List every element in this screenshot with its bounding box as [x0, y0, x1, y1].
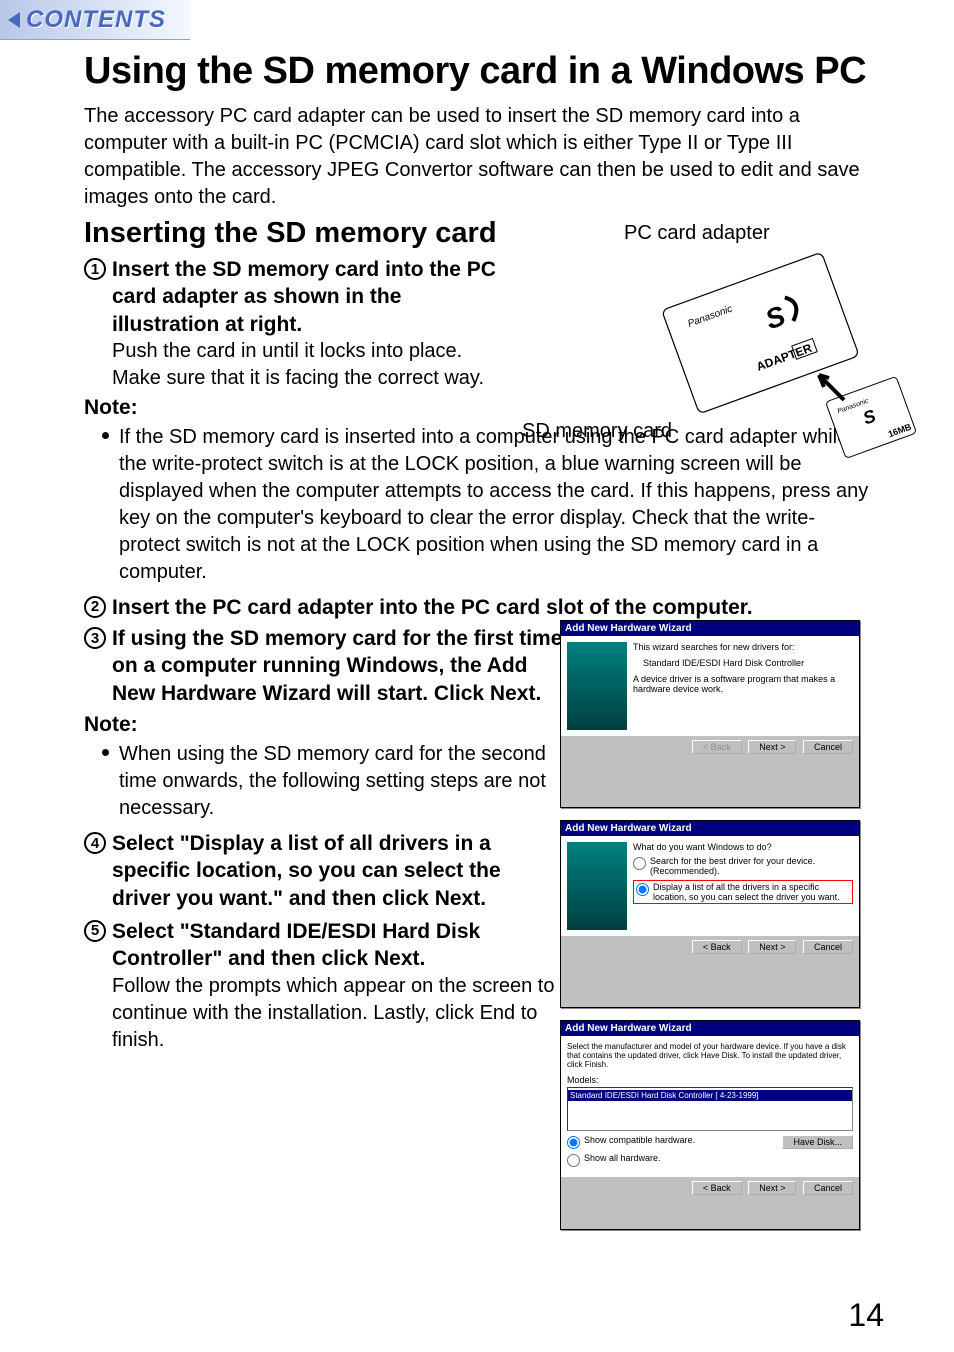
- page-number: 14: [848, 1297, 884, 1334]
- step-2-title: Insert the PC card adapter into the PC c…: [112, 594, 874, 621]
- step-5-number: 5: [84, 920, 106, 942]
- wiz2-next-button[interactable]: Next >: [748, 940, 796, 954]
- step-5-title: Select "Standard IDE/ESDI Hard Disk Cont…: [112, 918, 564, 973]
- wiz1-line1: This wizard searches for new drivers for…: [633, 642, 853, 652]
- wizard-side-graphic: [567, 842, 627, 930]
- wiz3-show-compat[interactable]: Show compatible hardware. Have Disk...: [567, 1135, 853, 1149]
- intro-paragraph: The accessory PC card adapter can be use…: [84, 103, 874, 211]
- wiz1-back-button: < Back: [692, 740, 742, 754]
- wiz3-cancel-button[interactable]: Cancel: [803, 1181, 853, 1195]
- wiz3-show-compat-label: Show compatible hardware.: [584, 1135, 695, 1145]
- note-2-text: When using the SD memory card for the se…: [119, 741, 564, 822]
- step-4-title: Select "Display a list of all drivers in…: [112, 830, 564, 912]
- wiz3-next-button[interactable]: Next >: [748, 1181, 796, 1195]
- wiz2-opt2-label: Display a list of all the drivers in a s…: [653, 882, 850, 902]
- step-5: 5 Select "Standard IDE/ESDI Hard Disk Co…: [84, 918, 564, 1054]
- page-title: Using the SD memory card in a Windows PC: [84, 50, 874, 93]
- step-1-text: Push the card in until it locks into pla…: [112, 338, 514, 392]
- step-2: 2 Insert the PC card adapter into the PC…: [84, 594, 874, 621]
- bullet-icon: [102, 432, 109, 439]
- wiz2-radio-2[interactable]: [636, 883, 649, 896]
- wiz1-device: Standard IDE/ESDI Hard Disk Controller: [643, 658, 853, 668]
- wiz3-models-label: Models:: [567, 1075, 853, 1085]
- step-4: 4 Select "Display a list of all drivers …: [84, 830, 564, 912]
- contents-label: CONTENTS: [26, 6, 166, 34]
- wiz3-model-list[interactable]: Standard IDE/ESDI Hard Disk Controller […: [567, 1087, 853, 1131]
- wiz3-model-selected[interactable]: Standard IDE/ESDI Hard Disk Controller […: [568, 1090, 852, 1101]
- wiz3-radio-compat[interactable]: [567, 1136, 580, 1149]
- step-2-number: 2: [84, 596, 106, 618]
- note-2-bullet: When using the SD memory card for the se…: [102, 741, 564, 822]
- step-5-text: Follow the prompts which appear on the s…: [112, 973, 564, 1054]
- wiz3-show-all-label: Show all hardware.: [584, 1153, 661, 1163]
- adapter-illustration: Panasonic S ADAPTER Panasonic S 16MB: [634, 250, 944, 480]
- step-3-number: 3: [84, 627, 106, 649]
- step-1-title: Insert the SD memory card into the PC ca…: [112, 256, 514, 338]
- step-1: 1 Insert the SD memory card into the PC …: [84, 256, 514, 392]
- wiz2-option-1[interactable]: Search for the best driver for your devi…: [633, 856, 853, 876]
- wiz3-intro: Select the manufacturer and model of you…: [567, 1042, 853, 1069]
- wizard-1-title: Add New Hardware Wizard: [561, 621, 859, 636]
- wizard-screenshot-3: Add New Hardware Wizard Select the manuf…: [560, 1020, 860, 1230]
- wiz2-radio-1[interactable]: [633, 857, 646, 870]
- wizard-screenshot-2: Add New Hardware Wizard What do you want…: [560, 820, 860, 1008]
- wiz2-opt1-label: Search for the best driver for your devi…: [650, 856, 853, 876]
- wizard-side-graphic: [567, 642, 627, 730]
- wiz2-option-2[interactable]: Display a list of all the drivers in a s…: [633, 880, 853, 904]
- back-arrow-icon: [8, 12, 20, 28]
- contents-tab[interactable]: CONTENTS: [0, 0, 190, 40]
- wiz1-next-button[interactable]: Next >: [748, 740, 796, 754]
- wiz1-cancel-button[interactable]: Cancel: [803, 740, 853, 754]
- step-1-number: 1: [84, 258, 106, 280]
- step-4-number: 4: [84, 832, 106, 854]
- wiz3-radio-all[interactable]: [567, 1154, 580, 1167]
- pc-card-adapter-label: PC card adapter: [624, 222, 770, 245]
- left-column: 3 If using the SD memory card for the fi…: [84, 625, 564, 1053]
- wiz3-show-all[interactable]: Show all hardware.: [567, 1153, 853, 1167]
- wiz3-back-button[interactable]: < Back: [692, 1181, 742, 1195]
- step-3-title: If using the SD memory card for the firs…: [112, 625, 564, 707]
- wizard-screenshot-1: Add New Hardware Wizard This wizard sear…: [560, 620, 860, 808]
- wiz2-back-button[interactable]: < Back: [692, 940, 742, 954]
- wiz2-prompt: What do you want Windows to do?: [633, 842, 853, 852]
- note-heading-2: Note:: [84, 713, 564, 737]
- bullet-icon: [102, 749, 109, 756]
- wizard-3-title: Add New Hardware Wizard: [561, 1021, 859, 1036]
- step-3: 3 If using the SD memory card for the fi…: [84, 625, 564, 707]
- wizard-2-title: Add New Hardware Wizard: [561, 821, 859, 836]
- wiz2-cancel-button[interactable]: Cancel: [803, 940, 853, 954]
- wiz3-have-disk-button[interactable]: Have Disk...: [782, 1135, 853, 1149]
- wiz1-line2: A device driver is a software program th…: [633, 674, 853, 694]
